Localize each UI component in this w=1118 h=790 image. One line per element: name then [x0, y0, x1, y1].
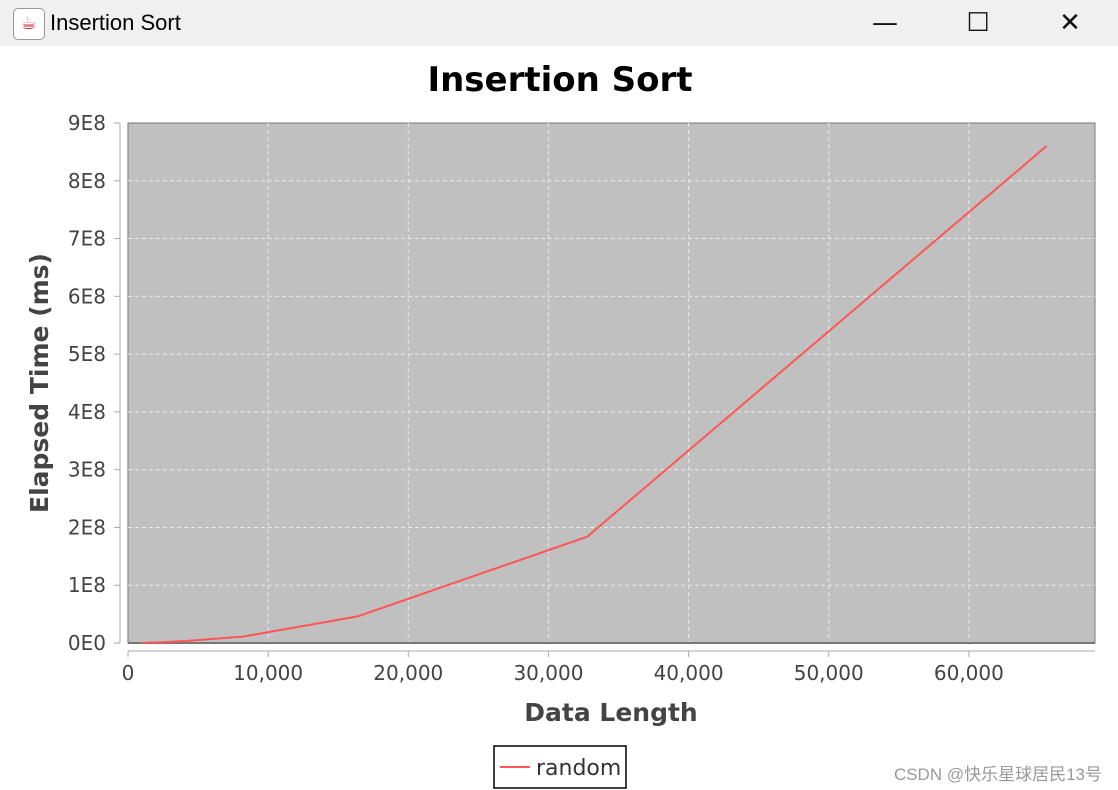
y-tick-label: 2E8	[68, 515, 106, 539]
y-axis-label: Elapsed Time (ms)	[25, 253, 54, 513]
data-point	[156, 641, 158, 643]
data-point	[1045, 145, 1047, 147]
java-icon: ☕	[13, 8, 45, 40]
chart-title: Insertion Sort	[427, 60, 692, 100]
watermark: CSDN @快乐星球居民13号	[893, 765, 1102, 784]
window-title: Insertion Sort	[50, 10, 181, 35]
x-tick-label: 20,000	[373, 661, 443, 685]
x-tick-label: 40,000	[654, 661, 724, 685]
data-point	[184, 640, 186, 642]
y-tick-label: 1E8	[68, 573, 106, 597]
data-point	[586, 536, 588, 538]
maximize-button[interactable]: ☐	[955, 6, 1001, 40]
legend-label: random	[536, 756, 621, 781]
data-point	[141, 642, 143, 644]
x-tick-label: 30,000	[513, 661, 583, 685]
y-tick-label: 5E8	[68, 342, 106, 366]
y-tick-label: 6E8	[68, 284, 106, 308]
plot-area	[127, 122, 1096, 644]
chart: Insertion Sort 0 10,000 20,000 30,000 40,000 5…	[25, 60, 1096, 789]
data-point	[242, 636, 244, 638]
data-point	[357, 615, 359, 617]
x-tick-label: 10,000	[233, 661, 303, 685]
y-tick-label: 8E8	[68, 169, 106, 193]
x-tick-label: 60,000	[934, 661, 1004, 685]
y-tick-label: 0E0	[68, 631, 106, 655]
x-axis-label: Data Length	[524, 698, 697, 727]
title-bar: ☕ Insertion Sort — ☐ ✕	[0, 0, 1118, 46]
y-tick-label: 4E8	[68, 400, 106, 424]
y-tick-label: 7E8	[68, 227, 106, 251]
close-button[interactable]: ✕	[1047, 6, 1093, 40]
y-tick-label: 3E8	[68, 458, 106, 482]
x-tick-label: 0	[122, 661, 135, 685]
minimize-button[interactable]: —	[862, 6, 908, 40]
x-tick-label: 50,000	[794, 661, 864, 685]
y-tick-label: 9E8	[68, 111, 106, 135]
